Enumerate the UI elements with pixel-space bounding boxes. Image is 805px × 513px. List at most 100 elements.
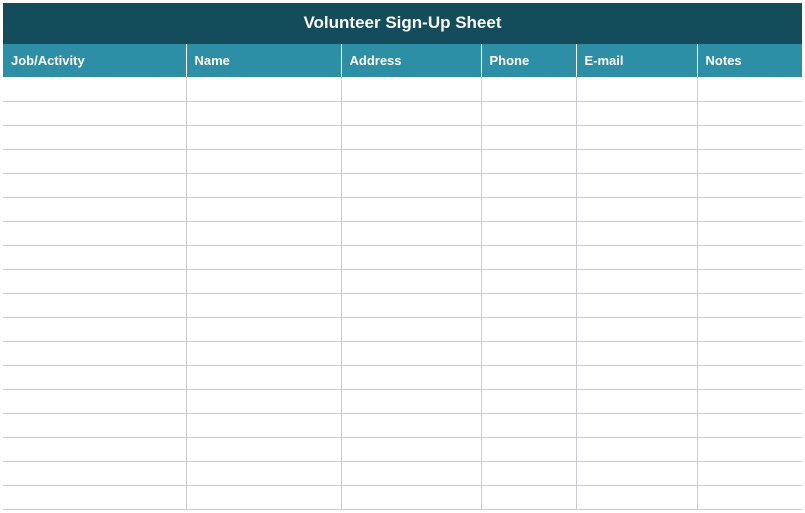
table-cell[interactable] [3, 437, 186, 461]
table-cell[interactable] [186, 389, 341, 413]
table-cell[interactable] [3, 173, 186, 197]
table-cell[interactable] [697, 269, 802, 293]
table-cell[interactable] [697, 389, 802, 413]
table-cell[interactable] [3, 293, 186, 317]
table-cell[interactable] [697, 173, 802, 197]
table-cell[interactable] [481, 77, 576, 101]
table-cell[interactable] [186, 197, 341, 221]
table-cell[interactable] [3, 341, 186, 365]
table-cell[interactable] [186, 245, 341, 269]
table-cell[interactable] [697, 197, 802, 221]
table-cell[interactable] [341, 77, 481, 101]
table-cell[interactable] [3, 485, 186, 509]
table-cell[interactable] [576, 389, 697, 413]
table-cell[interactable] [481, 485, 576, 509]
table-cell[interactable] [697, 413, 802, 437]
table-cell[interactable] [576, 317, 697, 341]
table-cell[interactable] [576, 101, 697, 125]
table-cell[interactable] [341, 389, 481, 413]
table-cell[interactable] [697, 437, 802, 461]
table-cell[interactable] [576, 125, 697, 149]
table-cell[interactable] [697, 461, 802, 485]
table-cell[interactable] [697, 485, 802, 509]
table-cell[interactable] [341, 221, 481, 245]
table-cell[interactable] [186, 149, 341, 173]
table-cell[interactable] [481, 437, 576, 461]
table-cell[interactable] [3, 269, 186, 293]
table-cell[interactable] [576, 197, 697, 221]
table-cell[interactable] [481, 293, 576, 317]
table-cell[interactable] [576, 221, 697, 245]
table-cell[interactable] [341, 101, 481, 125]
table-cell[interactable] [697, 221, 802, 245]
table-cell[interactable] [341, 293, 481, 317]
table-cell[interactable] [341, 173, 481, 197]
table-cell[interactable] [341, 485, 481, 509]
table-cell[interactable] [186, 365, 341, 389]
table-cell[interactable] [576, 173, 697, 197]
table-cell[interactable] [186, 461, 341, 485]
table-cell[interactable] [697, 101, 802, 125]
table-cell[interactable] [3, 77, 186, 101]
table-cell[interactable] [3, 389, 186, 413]
table-cell[interactable] [576, 245, 697, 269]
table-cell[interactable] [3, 413, 186, 437]
table-cell[interactable] [481, 389, 576, 413]
table-cell[interactable] [3, 221, 186, 245]
table-cell[interactable] [341, 197, 481, 221]
table-cell[interactable] [3, 125, 186, 149]
table-cell[interactable] [3, 245, 186, 269]
table-cell[interactable] [576, 77, 697, 101]
table-cell[interactable] [186, 221, 341, 245]
table-cell[interactable] [341, 125, 481, 149]
table-cell[interactable] [697, 365, 802, 389]
table-cell[interactable] [3, 149, 186, 173]
table-cell[interactable] [186, 173, 341, 197]
table-cell[interactable] [186, 413, 341, 437]
table-cell[interactable] [697, 77, 802, 101]
table-cell[interactable] [481, 413, 576, 437]
table-cell[interactable] [481, 461, 576, 485]
table-cell[interactable] [3, 101, 186, 125]
table-cell[interactable] [576, 461, 697, 485]
table-cell[interactable] [186, 341, 341, 365]
table-cell[interactable] [481, 221, 576, 245]
table-cell[interactable] [341, 149, 481, 173]
table-cell[interactable] [186, 437, 341, 461]
table-cell[interactable] [697, 149, 802, 173]
table-cell[interactable] [481, 101, 576, 125]
table-cell[interactable] [3, 365, 186, 389]
table-cell[interactable] [481, 317, 576, 341]
table-cell[interactable] [341, 341, 481, 365]
table-cell[interactable] [186, 77, 341, 101]
table-cell[interactable] [576, 413, 697, 437]
table-cell[interactable] [697, 125, 802, 149]
table-cell[interactable] [576, 365, 697, 389]
table-cell[interactable] [186, 485, 341, 509]
table-cell[interactable] [341, 269, 481, 293]
table-cell[interactable] [341, 413, 481, 437]
table-cell[interactable] [186, 125, 341, 149]
table-cell[interactable] [186, 269, 341, 293]
table-cell[interactable] [576, 149, 697, 173]
table-cell[interactable] [697, 293, 802, 317]
table-cell[interactable] [3, 461, 186, 485]
table-cell[interactable] [341, 245, 481, 269]
table-cell[interactable] [481, 125, 576, 149]
table-cell[interactable] [481, 365, 576, 389]
table-cell[interactable] [576, 269, 697, 293]
table-cell[interactable] [341, 437, 481, 461]
table-cell[interactable] [481, 269, 576, 293]
table-cell[interactable] [186, 293, 341, 317]
table-cell[interactable] [341, 365, 481, 389]
table-cell[interactable] [481, 173, 576, 197]
table-cell[interactable] [3, 197, 186, 221]
table-cell[interactable] [576, 293, 697, 317]
table-cell[interactable] [481, 197, 576, 221]
table-cell[interactable] [481, 245, 576, 269]
table-cell[interactable] [576, 437, 697, 461]
table-cell[interactable] [697, 245, 802, 269]
table-cell[interactable] [697, 317, 802, 341]
table-cell[interactable] [186, 101, 341, 125]
table-cell[interactable] [576, 485, 697, 509]
